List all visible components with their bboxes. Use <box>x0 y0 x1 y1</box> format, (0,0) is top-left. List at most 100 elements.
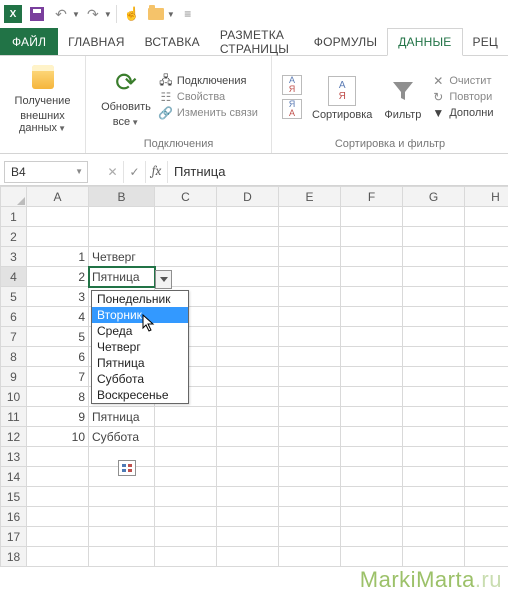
tab-review[interactable]: РЕЦ <box>463 28 508 55</box>
col-header[interactable]: C <box>155 187 217 207</box>
tab-file[interactable]: ФАЙЛ <box>0 28 58 55</box>
open-button[interactable] <box>145 3 167 25</box>
autocomplete-list[interactable]: Понедельник Вторник Среда Четверг Пятниц… <box>91 290 189 404</box>
watermark: MarkiMarta.ru <box>360 567 502 593</box>
autocomplete-item[interactable]: Среда <box>92 323 188 339</box>
edit-links-button[interactable]: 🔗 Изменить связи <box>159 106 258 120</box>
clear-icon: ✕ <box>431 74 445 88</box>
row-header[interactable]: 6 <box>1 307 27 327</box>
cancel-button[interactable]: ✕ <box>102 161 124 183</box>
redo-button[interactable]: ↷ <box>82 3 104 25</box>
spreadsheet: A B C D E F G H 1 2 31Четверг 42Пятница … <box>0 186 508 567</box>
autocomplete-item[interactable]: Четверг <box>92 339 188 355</box>
row-header[interactable]: 5 <box>1 287 27 307</box>
row-header[interactable]: 3 <box>1 247 27 267</box>
autocomplete-dropdown-button[interactable] <box>155 270 172 289</box>
autocomplete-item[interactable]: Понедельник <box>92 291 188 307</box>
group-external-data: Получение внешних данных ▼ <box>0 56 86 153</box>
row-header[interactable]: 10 <box>1 387 27 407</box>
active-cell[interactable]: Пятница <box>89 267 155 287</box>
cell[interactable]: 10 <box>27 427 89 447</box>
row-header[interactable]: 11 <box>1 407 27 427</box>
cell[interactable]: 4 <box>27 307 89 327</box>
cell[interactable]: 5 <box>27 327 89 347</box>
sort-desc-button[interactable]: ЯА <box>282 99 302 119</box>
reapply-icon: ↻ <box>431 90 445 104</box>
sort-asc-button[interactable]: АЯ <box>282 75 302 95</box>
filter-button[interactable]: Фильтр <box>382 73 423 122</box>
grid[interactable]: A B C D E F G H 1 2 31Четверг 42Пятница … <box>0 186 508 567</box>
col-header[interactable]: A <box>27 187 89 207</box>
row-header[interactable]: 12 <box>1 427 27 447</box>
row-header[interactable]: 15 <box>1 487 27 507</box>
cell[interactable]: 9 <box>27 407 89 427</box>
connections-button[interactable]: 🖧 Подключения <box>159 74 258 88</box>
autocomplete-item[interactable]: Пятница <box>92 355 188 371</box>
row-header[interactable]: 14 <box>1 467 27 487</box>
tab-home[interactable]: ГЛАВНАЯ <box>58 28 134 55</box>
properties-icon: ☷ <box>159 90 173 104</box>
formula-input[interactable] <box>168 161 508 183</box>
save-button[interactable] <box>26 3 48 25</box>
cell[interactable]: 1 <box>27 247 89 267</box>
cell[interactable]: 8 <box>27 387 89 407</box>
col-header[interactable]: D <box>217 187 279 207</box>
undo-dropdown-icon[interactable]: ▼ <box>72 10 80 19</box>
sort-icon: АЯ <box>328 76 356 106</box>
autofill-options-button[interactable] <box>118 460 136 476</box>
clear-filter-button[interactable]: ✕ Очистит <box>431 74 493 88</box>
tab-page-layout[interactable]: РАЗМЕТКА СТРАНИЦЫ <box>210 28 304 55</box>
advanced-filter-button[interactable]: ▼ Дополни <box>431 106 493 120</box>
redo-dropdown-icon[interactable]: ▼ <box>104 10 112 19</box>
reapply-filter-button[interactable]: ↻ Повтори <box>431 90 493 104</box>
qat-separator <box>116 5 117 23</box>
excel-logo: X <box>2 3 24 25</box>
col-header[interactable]: H <box>465 187 508 207</box>
cell[interactable]: 6 <box>27 347 89 367</box>
undo-button[interactable]: ↶ <box>50 3 72 25</box>
open-dropdown-icon[interactable]: ▼ <box>167 10 175 19</box>
cell[interactable]: Четверг <box>89 247 155 267</box>
database-icon <box>32 65 54 89</box>
col-header[interactable]: G <box>403 187 465 207</box>
row-header[interactable]: 8 <box>1 347 27 367</box>
autocomplete-item[interactable]: Вторник <box>92 307 188 323</box>
ribbon-tabs: ФАЙЛ ГЛАВНАЯ ВСТАВКА РАЗМЕТКА СТРАНИЦЫ Ф… <box>0 28 508 56</box>
cell[interactable]: Суббота <box>89 427 155 447</box>
col-header[interactable]: F <box>341 187 403 207</box>
row-header[interactable]: 4 <box>1 267 27 287</box>
properties-button[interactable]: ☷ Свойства <box>159 90 258 104</box>
row-header[interactable]: 18 <box>1 547 27 567</box>
group-connections: ⟳ Обновить все ▼ 🖧 Подключения ☷ Свойств… <box>86 56 272 153</box>
cell[interactable]: 7 <box>27 367 89 387</box>
autocomplete-item[interactable]: Воскресенье <box>92 387 188 403</box>
row-header[interactable]: 13 <box>1 447 27 467</box>
row-header[interactable]: 1 <box>1 207 27 227</box>
cell[interactable]: 2 <box>27 267 89 287</box>
tab-data[interactable]: ДАННЫЕ <box>387 28 462 56</box>
col-header[interactable]: B <box>89 187 155 207</box>
qat-customize-button[interactable]: ≡ <box>177 3 199 25</box>
tab-formulas[interactable]: ФОРМУЛЫ <box>304 28 387 55</box>
chevron-down-icon[interactable]: ▼ <box>75 167 83 176</box>
col-header[interactable]: E <box>279 187 341 207</box>
row-header[interactable]: 2 <box>1 227 27 247</box>
autocomplete-item[interactable]: Суббота <box>92 371 188 387</box>
row-header[interactable]: 17 <box>1 527 27 547</box>
fx-button[interactable]: fx <box>146 161 168 183</box>
funnel-icon <box>391 80 415 102</box>
cell[interactable]: 3 <box>27 287 89 307</box>
sort-button[interactable]: АЯ Сортировка <box>310 73 374 122</box>
get-external-data-button[interactable]: Получение внешних данных ▼ <box>6 59 79 135</box>
tab-insert[interactable]: ВСТАВКА <box>135 28 210 55</box>
refresh-all-button[interactable]: ⟳ Обновить все ▼ <box>99 65 153 128</box>
name-box[interactable]: B4 ▼ <box>4 161 88 183</box>
row-header[interactable]: 7 <box>1 327 27 347</box>
accept-button[interactable]: ✓ <box>124 161 146 183</box>
connections-icon: 🖧 <box>159 74 173 88</box>
touch-mode-button[interactable] <box>121 3 143 25</box>
select-all-corner[interactable] <box>1 187 27 207</box>
cell[interactable]: Пятница <box>89 407 155 427</box>
row-header[interactable]: 9 <box>1 367 27 387</box>
row-header[interactable]: 16 <box>1 507 27 527</box>
